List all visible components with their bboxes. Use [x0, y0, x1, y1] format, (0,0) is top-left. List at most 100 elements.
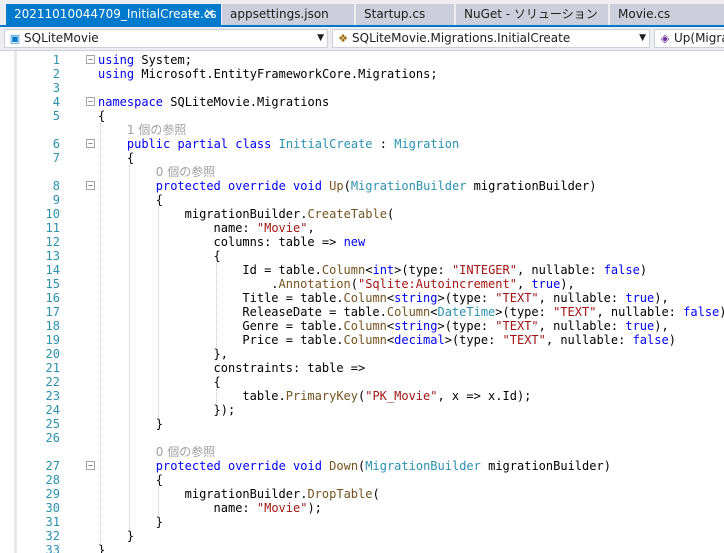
- code-line: 4 − namespace SQLiteMovie.Migrations: [0, 95, 724, 109]
- code-line: 26: [0, 431, 724, 445]
- line-number: 20: [45, 347, 60, 361]
- code-text: }: [126, 529, 135, 543]
- line-number: 3: [52, 81, 60, 95]
- code-text: protected override void Down(MigrationBu…: [155, 459, 611, 473]
- code-text: using System;: [98, 53, 192, 67]
- tab-movie-cs[interactable]: Movie.cs: [610, 4, 724, 25]
- line-number: 9: [52, 193, 60, 207]
- codelens-row: 0 個の参照: [0, 445, 724, 459]
- chevron-down-icon: ▼: [317, 33, 324, 43]
- line-number: 29: [45, 487, 60, 501]
- type-dropdown[interactable]: ❖ SQLiteMovie.Migrations.InitialCreate ▼: [332, 29, 650, 48]
- line-number: 2: [52, 67, 60, 81]
- codelens-row: 1 個の参照: [0, 123, 724, 137]
- line-number: 15: [45, 277, 60, 291]
- codelens-references[interactable]: 1 個の参照: [127, 123, 186, 137]
- line-number: 19: [45, 333, 60, 347]
- project-dropdown[interactable]: ▣ SQLiteMovie ▼: [4, 29, 328, 48]
- code-text: Genre = table.Column<string>(type: "TEXT…: [242, 319, 669, 333]
- code-line: 20},: [0, 347, 724, 361]
- line-number: 17: [45, 305, 60, 319]
- code-line: 5{: [0, 109, 724, 123]
- line-number: 4: [52, 95, 60, 109]
- code-line: 22 {: [0, 375, 724, 389]
- code-line: 23 table.PrimaryKey("PK_Movie", x => x.Id…: [0, 389, 724, 403]
- code-line: 31}: [0, 515, 724, 529]
- line-number: 23: [45, 389, 60, 403]
- code-line: 24});: [0, 403, 724, 417]
- line-number: 18: [45, 319, 60, 333]
- code-line: 16 Title = table.Column<string>(type: "TE…: [0, 291, 724, 305]
- line-number: 30: [45, 501, 60, 515]
- code-line: 12 columns: table => new: [0, 235, 724, 249]
- type-dropdown-value: SQLiteMovie.Migrations.InitialCreate: [352, 31, 571, 45]
- code-text: Price = table.Column<decimal>(type: "TEX…: [242, 333, 676, 347]
- code-editor[interactable]: 1 個の参照 0 個の参照 0 個の参照 1− using System; 2 using …: [0, 51, 724, 553]
- tab-label: 20211010044709_InitialCreate.cs: [14, 7, 217, 21]
- line-number: 22: [45, 375, 60, 389]
- code-text: .Annotation("Sqlite:Autoincrement", true…: [271, 277, 575, 291]
- code-text: {: [98, 109, 106, 123]
- tab-startup-cs[interactable]: Startup.cs: [356, 4, 454, 25]
- line-number: 10: [45, 207, 60, 221]
- code-line: 8 − protected override void Up(MigrationBu…: [0, 179, 724, 193]
- code-line: 3: [0, 81, 724, 95]
- line-number: 26: [45, 431, 60, 445]
- codelens-row: 0 個の参照: [0, 165, 724, 179]
- line-number: 33: [45, 543, 60, 553]
- code-line: 27 − protected override void Down(Migratio…: [0, 459, 724, 473]
- collapse-icon[interactable]: −: [86, 55, 95, 64]
- line-number: 32: [45, 529, 60, 543]
- code-text: }: [98, 543, 106, 553]
- code-text: });: [213, 403, 236, 417]
- collapse-icon[interactable]: −: [86, 181, 95, 190]
- code-line: 18 Genre = table.Column<string>(type: "TE…: [0, 319, 724, 333]
- codelens-references[interactable]: 0 個の参照: [156, 445, 215, 459]
- code-text: {: [126, 151, 135, 165]
- code-text: name: "Movie",: [213, 221, 315, 235]
- class-icon: ❖: [338, 32, 348, 45]
- code-text: constraints: table =>: [213, 361, 366, 375]
- code-text: table.PrimaryKey("PK_Movie", x => x.Id);: [242, 389, 532, 403]
- chevron-down-icon: ▼: [639, 33, 646, 43]
- code-line: 15 .Annotation("Sqlite:Autoincrement", tr…: [0, 277, 724, 291]
- code-text: using Microsoft.EntityFrameworkCore.Migr…: [98, 67, 438, 81]
- line-number: 14: [45, 263, 60, 277]
- code-line: 2 using Microsoft.EntityFrameworkCore.Mig…: [0, 67, 724, 81]
- tab-initialcreate-cs[interactable]: 20211010044709_InitialCreate.cs ⊣ ✕: [6, 4, 221, 27]
- code-text: }: [155, 417, 163, 431]
- collapse-icon[interactable]: −: [86, 139, 95, 148]
- tab-label: Movie.cs: [618, 7, 671, 21]
- line-number: 21: [45, 361, 60, 375]
- close-icon[interactable]: ✕: [204, 4, 215, 25]
- tab-appsettings-json[interactable]: appsettings.json: [222, 4, 354, 25]
- code-text: ReleaseDate = table.Column<DateTime>(typ…: [242, 305, 724, 319]
- line-number: 5: [52, 109, 60, 123]
- line-number: 7: [52, 151, 60, 165]
- code-line: 25}: [0, 417, 724, 431]
- project-icon: ▣: [9, 32, 21, 45]
- line-number: 24: [45, 403, 60, 417]
- code-line: 30 name: "Movie");: [0, 501, 724, 515]
- pin-icon[interactable]: ⊣: [187, 4, 197, 25]
- tab-nuget-solution[interactable]: NuGet - ソリューション: [456, 4, 608, 25]
- code-text: {: [213, 375, 221, 389]
- member-dropdown[interactable]: ◈ Up(MigrationBuilder: [654, 29, 724, 48]
- tab-label: Startup.cs: [364, 7, 426, 21]
- code-line: 33}: [0, 543, 724, 553]
- line-number: 31: [45, 515, 60, 529]
- code-line: 7{: [0, 151, 724, 165]
- collapse-icon[interactable]: −: [86, 97, 95, 106]
- code-line: 29 migrationBuilder.DropTable(: [0, 487, 724, 501]
- tab-label: NuGet - ソリューション: [464, 7, 598, 21]
- collapse-icon[interactable]: −: [86, 461, 95, 470]
- code-text: },: [213, 347, 228, 361]
- document-tab-strip: 20211010044709_InitialCreate.cs ⊣ ✕ apps…: [0, 0, 724, 27]
- code-line: 14 Id = table.Column<int>(type: "INTEGER"…: [0, 263, 724, 277]
- line-number: 25: [45, 417, 60, 431]
- line-number: 27: [45, 459, 60, 473]
- code-line: 19 Price = table.Column<decimal>(type: "T…: [0, 333, 724, 347]
- code-line: 17 ReleaseDate = table.Column<DateTime>(t…: [0, 305, 724, 319]
- code-line: 11 name: "Movie",: [0, 221, 724, 235]
- codelens-references[interactable]: 0 個の参照: [156, 165, 215, 179]
